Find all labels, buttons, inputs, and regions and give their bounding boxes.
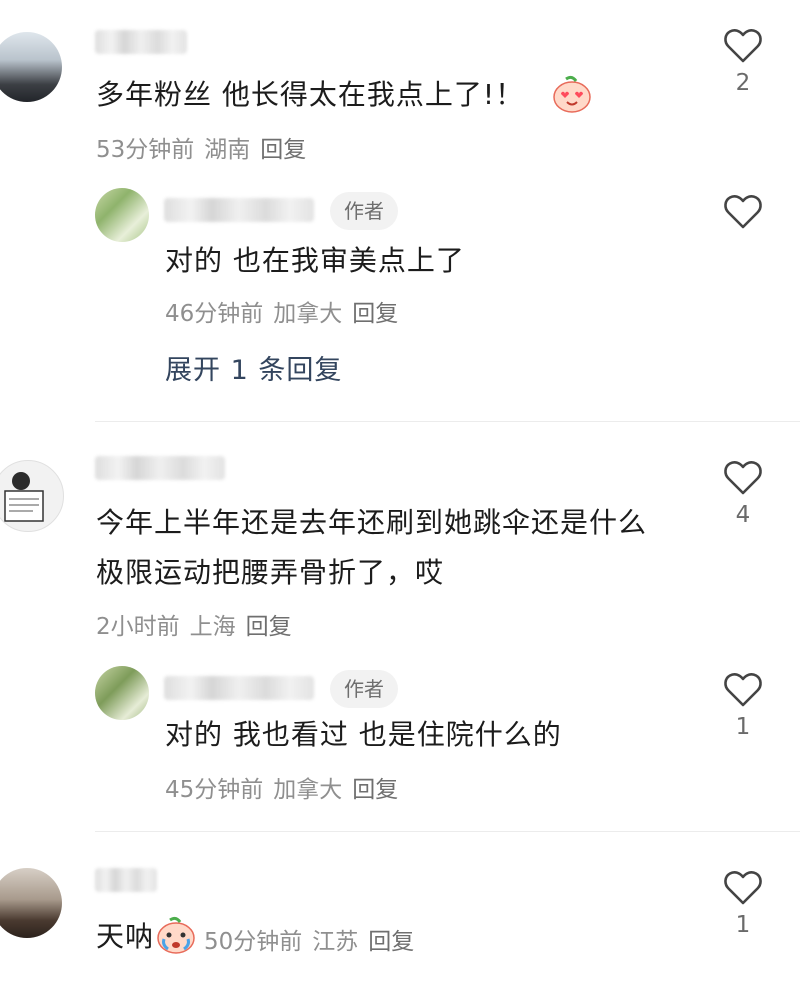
reply-meta: 45分钟前 加拿大 回复 [165,770,408,804]
avatar[interactable] [0,32,62,102]
like-button[interactable]: 2 [718,28,768,96]
reply-button[interactable]: 回复 [260,137,306,163]
author-badge: 作者 [330,192,398,230]
heart-outline-icon [724,461,762,495]
comment-time: 2小时前 [96,614,180,640]
heart-outline-icon [724,29,762,63]
like-count: 1 [735,912,751,938]
comment-time: 50分钟前 [204,929,303,955]
avatar[interactable] [0,460,64,532]
author-badge: 作者 [330,670,398,708]
comment-text-line-2: 极限运动把腰弄骨折了，哎 [96,556,445,589]
reply-button[interactable]: 回复 [368,929,414,955]
avatar[interactable] [0,868,62,938]
comment-meta: 2小时前 上海 回复 [96,607,302,641]
heart-eyes-emoji-icon [552,75,592,117]
comment-text-line-1: 今年上半年还是去年还刷到她跳伞还是什么 [96,506,648,539]
username-blurred[interactable] [95,868,157,892]
reply-meta: 46分钟前 加拿大 回复 [165,294,408,328]
divider [95,831,800,832]
comment-location: 湖南 [204,137,251,163]
like-count: 4 [735,502,751,528]
author-username-blurred[interactable] [164,198,314,222]
comment-text: 天呐 [96,920,155,953]
author-avatar[interactable] [95,666,149,720]
comment-item: 今年上半年还是去年还刷到她跳伞还是什么 极限运动把腰弄骨折了，哎 2小时前 上海回… [0,430,800,830]
like-button[interactable]: 1 [718,672,768,740]
comment-location: 上海 [189,614,236,640]
like-count: 2 [735,70,751,96]
expand-replies-button[interactable]: 展开 1 条回复 [165,348,342,387]
comment-item: 天呐 50分钟前 江苏 回复 1 [0,840,800,981]
heart-outline-icon [724,673,762,707]
reply-time: 45分钟前 [165,777,264,803]
reply-time: 46分钟前 [165,301,264,327]
username-blurred[interactable] [95,30,187,54]
username-blurred[interactable] [95,456,225,480]
comment-text: 多年粉丝 他长得太在我点上了!！ [96,78,525,111]
reply-button[interactable]: 回复 [352,301,398,327]
heart-outline-icon [724,195,762,229]
comment-time: 53分钟前 [96,137,195,163]
like-button[interactable]: 1 [718,870,768,938]
heart-outline-icon [724,871,762,905]
reply-text: 对的 我也看过 也是住院什么的 [165,718,562,751]
author-avatar[interactable] [95,188,149,242]
like-button[interactable] [718,194,768,230]
comment-meta: 50分钟前 江苏 回复 [204,922,424,956]
divider [95,421,800,422]
reply-location: 加拿大 [273,777,343,803]
comment-location: 江苏 [312,929,359,955]
reply-location: 加拿大 [273,301,343,327]
author-username-blurred[interactable] [164,676,314,700]
reply-text: 对的 也在我审美点上了 [165,244,465,277]
reply-button[interactable]: 回复 [352,777,398,803]
comment-meta: 53分钟前 湖南 回复 [96,130,316,164]
like-count: 1 [735,714,751,740]
comment-item: 多年粉丝 他长得太在我点上了!！ 53分钟前 湖南 回复 2 作者 对的 也在我审美… [0,0,800,420]
crying-emoji-icon [156,916,196,958]
reply-button[interactable]: 回复 [246,614,292,640]
like-button[interactable]: 4 [718,460,768,528]
